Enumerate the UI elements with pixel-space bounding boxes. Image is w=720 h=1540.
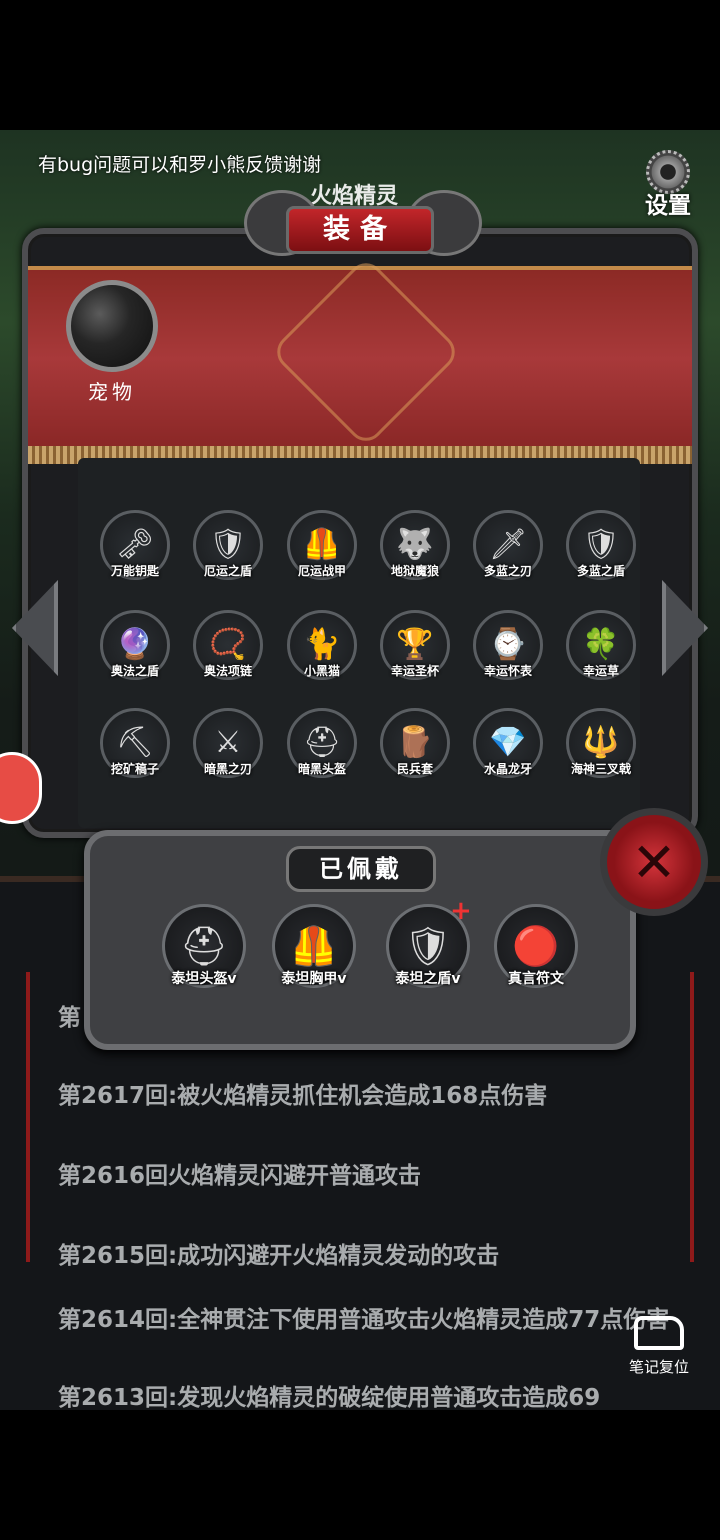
equipped-title: 已佩戴 (286, 846, 436, 892)
note-reset-label: 笔记复位 (628, 1358, 689, 1376)
item-slot[interactable]: 🔱 海神三叉戟 (560, 708, 642, 798)
item-slot[interactable]: 🍀 幸运草 (560, 610, 642, 700)
item-name: 海神三叉戟 (570, 762, 631, 776)
item-name: 挖矿稿子 (110, 762, 159, 776)
upgrade-plus-icon[interactable]: + (450, 896, 472, 926)
note-reset-button[interactable]: 笔记复位 (624, 1316, 694, 1386)
item-name: 民兵套 (396, 762, 433, 776)
close-button[interactable]: ✕ (600, 808, 708, 916)
item-slot[interactable]: 🐺 地狱魔狼 (374, 510, 456, 600)
equipped-name: 真言符文 (508, 971, 564, 987)
item-name: 幸运圣杯 (390, 664, 439, 678)
settings-label: 设置 (645, 193, 691, 219)
panel-title-text: 装备 (323, 214, 397, 245)
item-slot[interactable]: 🗝 万能钥匙 (94, 510, 176, 600)
log-border-left (26, 972, 30, 1262)
item-slot[interactable]: ⚔ 暗黑之刃 (187, 708, 269, 798)
equipped-slot[interactable]: 🔴 真言符文 (488, 904, 584, 1014)
car-icon (634, 1316, 684, 1350)
equipped-name: 泰坦之盾v (395, 971, 461, 987)
equipped-panel: 已佩戴 ⛑ 泰坦头盔v 🦺 泰坦胸甲v 🛡 泰坦之盾v + 🔴 真言符文 (84, 830, 636, 1050)
item-name: 暗黑之刃 (203, 762, 252, 776)
equipped-slot[interactable]: 🦺 泰坦胸甲v (266, 904, 362, 1014)
item-name: 幸运草 (582, 664, 619, 678)
item-slot[interactable]: ⛏ 挖矿稿子 (94, 708, 176, 798)
item-slot[interactable]: ⌚ 幸运怀表 (467, 610, 549, 700)
item-name: 水晶龙牙 (483, 762, 532, 776)
item-slot[interactable]: 💎 水晶龙牙 (467, 708, 549, 798)
pet-slot[interactable]: 宠物 (62, 280, 162, 404)
item-name: 厄运战甲 (297, 564, 346, 578)
close-icon: ✕ (631, 830, 677, 894)
item-name: 多蓝之盾 (576, 564, 625, 578)
item-slot[interactable]: 🐈 小黑猫 (281, 610, 363, 700)
equipped-name: 泰坦头盔v (171, 971, 237, 987)
item-slot[interactable]: 🔮 奥法之盾 (94, 610, 176, 700)
settings-button[interactable]: 设置 (636, 150, 700, 220)
log-line: 第2614回:全神贯注下使用普通攻击火焰精灵造成77点伤害 (58, 1307, 670, 1333)
log-line: 第2615回:成功闪避开火焰精灵发动的攻击 (58, 1243, 500, 1269)
item-slot[interactable]: 🛡 厄运之盾 (187, 510, 269, 600)
item-slot[interactable]: ⛑ 暗黑头盔 (281, 708, 363, 798)
item-name: 奥法项链 (203, 664, 252, 678)
item-slot[interactable]: 🏆 幸运圣杯 (374, 610, 456, 700)
item-name: 地狱魔狼 (390, 564, 439, 578)
equipped-slot[interactable]: 🛡 泰坦之盾v + (380, 896, 476, 1014)
pet-label: 宠物 (88, 380, 136, 404)
status-bar-area (0, 0, 720, 130)
item-slot[interactable]: 📿 奥法项链 (187, 610, 269, 700)
item-name: 多蓝之刃 (483, 564, 532, 578)
feedback-notice: 有bug问题可以和罗小熊反馈谢谢 (38, 154, 322, 176)
equipped-slot[interactable]: ⛑ 泰坦头盔v (156, 904, 252, 1014)
navigation-bar-area (0, 1410, 720, 1540)
item-name: 小黑猫 (303, 664, 340, 678)
panel-title: 装备 (286, 206, 434, 254)
item-name: 厄运之盾 (203, 564, 252, 578)
item-name: 万能钥匙 (110, 564, 159, 578)
item-name: 奥法之盾 (110, 664, 159, 678)
log-line: 第2616回火焰精灵闪避开普通攻击 (58, 1163, 422, 1189)
item-slot[interactable]: 🛡 多蓝之盾 (560, 510, 642, 600)
item-name: 幸运怀表 (483, 664, 532, 678)
item-name: 暗黑头盔 (297, 762, 346, 776)
pet-orb-icon (66, 280, 158, 372)
equipped-name: 泰坦胸甲v (281, 971, 347, 987)
item-slot[interactable]: 🦺 厄运战甲 (281, 510, 363, 600)
item-slot[interactable]: 🪵 民兵套 (374, 708, 456, 798)
item-slot[interactable]: 🗡 多蓝之刃 (467, 510, 549, 600)
crossed-swords-emblem-icon (269, 255, 463, 449)
log-line: 第2617回:被火焰精灵抓住机会造成168点伤害 (58, 1083, 548, 1109)
